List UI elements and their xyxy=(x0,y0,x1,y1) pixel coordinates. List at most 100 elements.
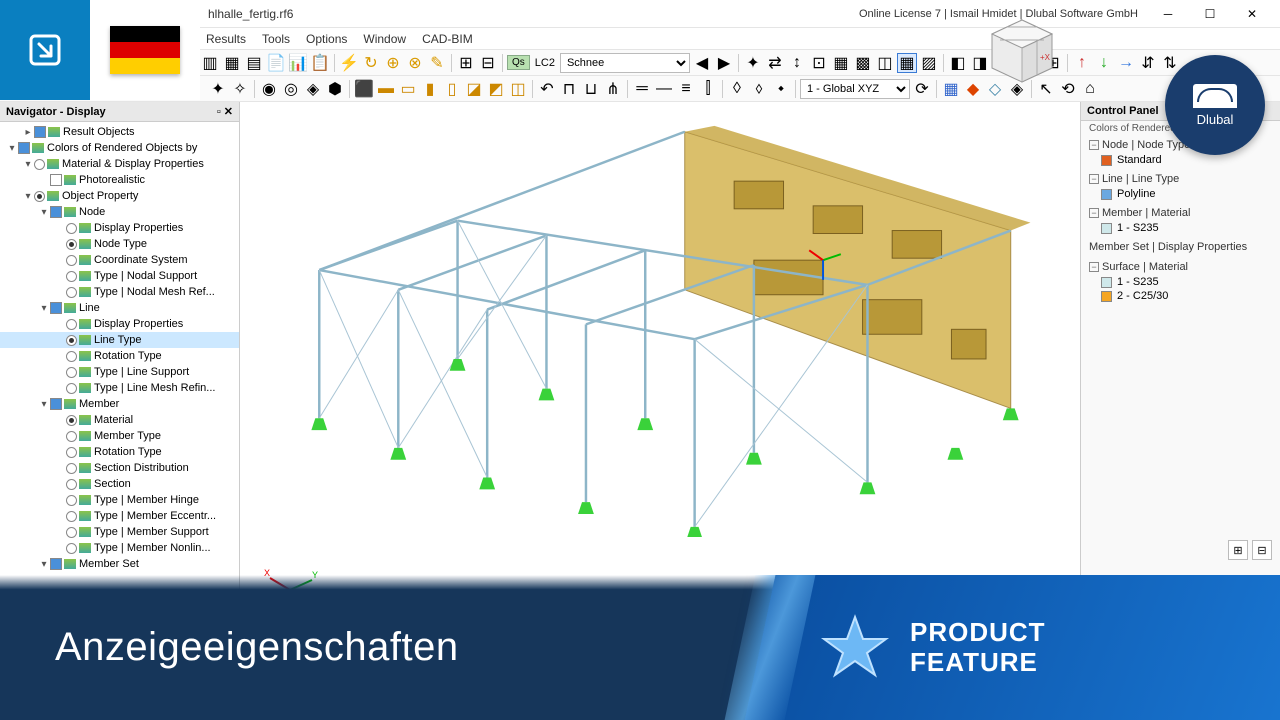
cp-legend-item[interactable]: 2 - C25/30 xyxy=(1089,289,1272,303)
radio-icon[interactable] xyxy=(66,479,77,490)
toolbar-icon[interactable]: ↕ xyxy=(787,53,807,73)
radio-icon[interactable] xyxy=(66,415,77,426)
toolbar-icon[interactable]: ▦ xyxy=(831,53,851,73)
radio-icon[interactable] xyxy=(66,239,77,250)
tree-item[interactable]: Rotation Type xyxy=(0,348,239,364)
toolbar-icon[interactable]: ⊕ xyxy=(383,53,403,73)
toolbar-icon[interactable]: ⊔ xyxy=(581,79,601,99)
checkbox-icon[interactable] xyxy=(50,558,62,570)
toolbar-icon[interactable]: ⚡ xyxy=(339,53,359,73)
toolbar-icon[interactable]: ⫿ xyxy=(698,79,718,99)
tree-item[interactable]: Node Type xyxy=(0,236,239,252)
toolbar-icon[interactable]: ◉ xyxy=(259,79,279,99)
toolbar-icon[interactable]: ◧ xyxy=(948,53,968,73)
toolbar-icon[interactable]: ▮ xyxy=(420,79,440,99)
cp-legend-item[interactable]: Polyline xyxy=(1089,187,1272,201)
toolbar-icon[interactable]: ▬ xyxy=(376,79,396,99)
toolbar-icon[interactable]: 📄 xyxy=(266,53,286,73)
toolbar-icon[interactable]: ◀ xyxy=(692,53,712,73)
toolbar-icon[interactable]: ⊗ xyxy=(405,53,425,73)
toolbar-icon[interactable]: ↶ xyxy=(537,79,557,99)
tree-item[interactable]: ▾Line xyxy=(0,300,239,316)
toolbar-icon[interactable]: ▦ xyxy=(941,79,961,99)
menu-cadbim[interactable]: CAD-BIM xyxy=(416,30,479,48)
radio-icon[interactable] xyxy=(66,383,77,394)
toolbar-icon[interactable]: ⬨ xyxy=(749,79,769,99)
toolbar-icon[interactable]: 📋 xyxy=(310,53,330,73)
toolbar-icon[interactable]: ✧ xyxy=(230,79,250,99)
toolbar-icon[interactable]: ═ xyxy=(632,79,652,99)
coord-system-combo[interactable]: 1 - Global XYZ xyxy=(800,79,910,99)
viewcube[interactable]: +X xyxy=(982,12,1062,92)
tree-item[interactable]: ▾Member xyxy=(0,396,239,412)
cp-tool-icon[interactable]: ⊟ xyxy=(1252,540,1272,560)
toolbar-icon[interactable]: ✎ xyxy=(427,53,447,73)
radio-icon[interactable] xyxy=(66,431,77,442)
radio-icon[interactable] xyxy=(66,543,77,554)
toolbar-icon[interactable]: ⇵ xyxy=(1138,53,1158,73)
toolbar-icon[interactable]: → xyxy=(1116,53,1136,73)
radio-icon[interactable] xyxy=(66,335,77,346)
radio-icon[interactable] xyxy=(66,495,77,506)
toolbar-icon[interactable]: ≡ xyxy=(676,79,696,99)
tree-item[interactable]: ▾Node xyxy=(0,204,239,220)
tree-item[interactable]: Section xyxy=(0,476,239,492)
toolbar-icon[interactable]: ✦ xyxy=(743,53,763,73)
tree-item[interactable]: Display Properties xyxy=(0,316,239,332)
tree-item[interactable]: ▸Result Objects xyxy=(0,124,239,140)
toolbar-icon[interactable]: ▥ xyxy=(200,53,220,73)
radio-icon[interactable] xyxy=(66,511,77,522)
toolbar-icon[interactable]: ▦ xyxy=(897,53,917,73)
checkbox-icon[interactable] xyxy=(18,142,30,154)
toolbar-icon[interactable]: ⊟ xyxy=(478,53,498,73)
toolbar-icon[interactable]: ◩ xyxy=(486,79,506,99)
navigator-pin-icon[interactable]: ▫ xyxy=(217,106,221,118)
toolbar-icon[interactable]: — xyxy=(654,79,674,99)
navigator-close-icon[interactable]: ✕ xyxy=(224,106,233,118)
tree-item[interactable]: Display Properties xyxy=(0,220,239,236)
toolbar-icon[interactable]: ◈ xyxy=(303,79,323,99)
toolbar-icon[interactable]: ▨ xyxy=(919,53,939,73)
toolbar-icon[interactable]: ↻ xyxy=(361,53,381,73)
toolbar-icon[interactable]: ▤ xyxy=(244,53,264,73)
toolbar-icon[interactable]: ⋔ xyxy=(603,79,623,99)
tree-item[interactable]: Type | Member Hinge xyxy=(0,492,239,508)
toolbar-icon[interactable]: ✦ xyxy=(208,79,228,99)
toolbar-icon[interactable]: ⟳ xyxy=(912,79,932,99)
toolbar-icon[interactable]: ⇅ xyxy=(1160,53,1180,73)
checkbox-icon[interactable] xyxy=(34,126,46,138)
toolbar-icon[interactable]: ◫ xyxy=(875,53,895,73)
checkbox-icon[interactable] xyxy=(50,302,62,314)
tree-item[interactable]: Member Type xyxy=(0,428,239,444)
toolbar-icon[interactable]: ▶ xyxy=(714,53,734,73)
toolbar-icon[interactable]: ◫ xyxy=(508,79,528,99)
toolbar-icon[interactable]: ◊ xyxy=(727,79,747,99)
radio-icon[interactable] xyxy=(66,447,77,458)
window-close-button[interactable]: ✕ xyxy=(1232,2,1272,26)
checkbox-icon[interactable] xyxy=(50,174,62,186)
tree-item[interactable]: Section Distribution xyxy=(0,460,239,476)
toolbar-icon[interactable]: ▯ xyxy=(442,79,462,99)
tree-item[interactable]: Type | Nodal Mesh Ref... xyxy=(0,284,239,300)
toolbar-icon[interactable]: ⬢ xyxy=(325,79,345,99)
toolbar-icon[interactable]: ↑ xyxy=(1072,53,1092,73)
toolbar-icon[interactable]: ◆ xyxy=(963,79,983,99)
tree-item[interactable]: ▾Member Set xyxy=(0,556,239,572)
cp-legend-item[interactable]: 1 - S235 xyxy=(1089,275,1272,289)
tree-item[interactable]: Type | Line Support xyxy=(0,364,239,380)
toolbar-icon[interactable]: ⬛ xyxy=(354,79,374,99)
tree-item[interactable]: Type | Member Support xyxy=(0,524,239,540)
radio-icon[interactable] xyxy=(66,287,77,298)
menu-results[interactable]: Results xyxy=(200,30,252,48)
tree-item[interactable]: Material xyxy=(0,412,239,428)
toolbar-icon[interactable]: ↓ xyxy=(1094,53,1114,73)
radio-icon[interactable] xyxy=(66,351,77,362)
window-maximize-button[interactable]: ☐ xyxy=(1190,2,1230,26)
radio-icon[interactable] xyxy=(66,319,77,330)
toolbar-icon[interactable]: ◎ xyxy=(281,79,301,99)
tree-item[interactable]: Coordinate System xyxy=(0,252,239,268)
tree-item[interactable]: ▾Object Property xyxy=(0,188,239,204)
radio-icon[interactable] xyxy=(66,367,77,378)
tree-item[interactable]: ▾Material & Display Properties xyxy=(0,156,239,172)
toolbar-icon[interactable]: ⇄ xyxy=(765,53,785,73)
